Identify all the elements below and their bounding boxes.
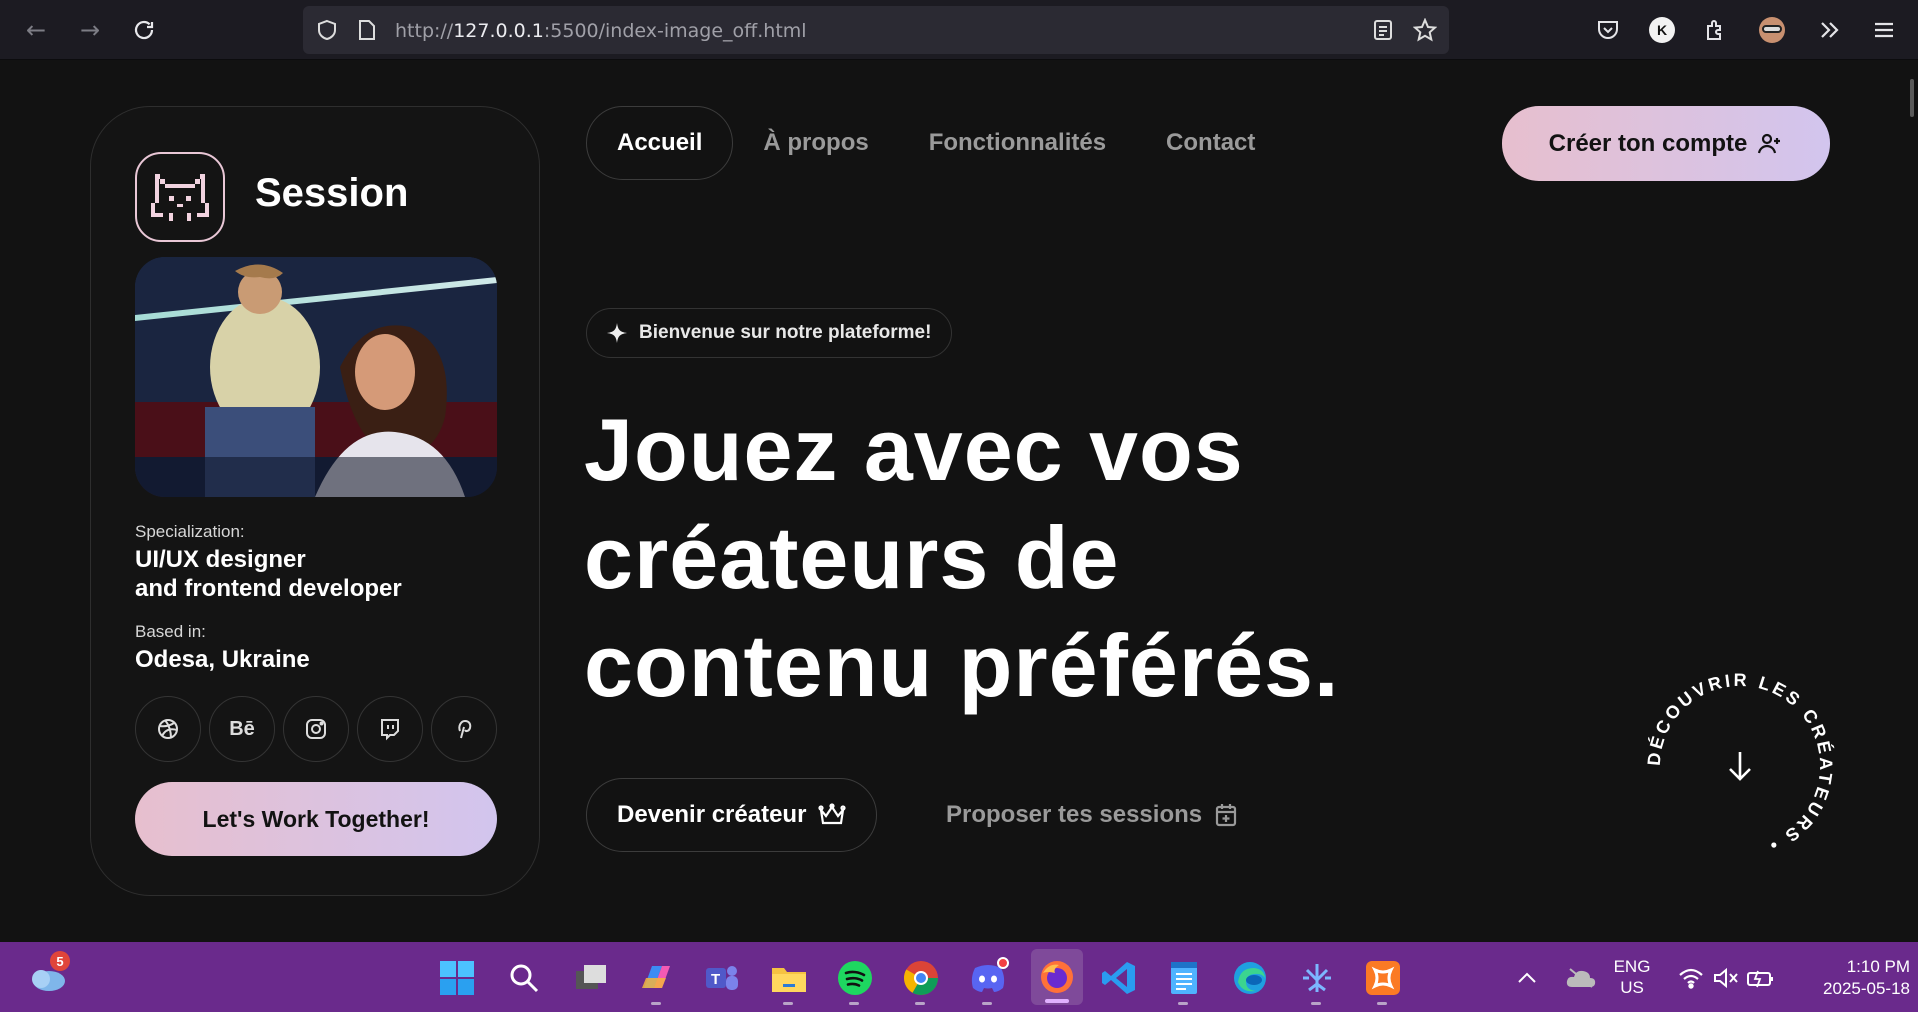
edge-icon[interactable] — [1229, 957, 1271, 999]
docker-desktop-icon[interactable] — [1296, 957, 1338, 1005]
reader-view-icon[interactable] — [1371, 18, 1395, 42]
file-explorer-icon[interactable] — [768, 957, 810, 1005]
discover-creators-circle[interactable]: DÉCOUVRIR LES CRÉATEURS • — [1644, 670, 1835, 861]
create-account-label: Créer ton compte — [1548, 129, 1748, 157]
running-indicator — [982, 1002, 992, 1005]
running-indicator — [651, 1002, 661, 1005]
language-indicator[interactable]: ENG US — [1610, 956, 1654, 998]
based-in-label: Based in: — [135, 622, 206, 641]
svg-text:T: T — [711, 971, 720, 988]
running-indicator — [783, 1002, 793, 1005]
reload-icon[interactable] — [126, 12, 162, 48]
specialization-label: Specialization: — [135, 522, 245, 541]
task-view-icon[interactable] — [570, 957, 612, 999]
url-text[interactable]: http://127.0.0.1:5500/index-image_off.ht… — [395, 20, 807, 42]
battery-icon[interactable] — [1740, 957, 1782, 999]
windows-taskbar: 5 T ENG US 1:10 PM 2025-05-18 — [0, 942, 1918, 1012]
hero-title-line2: créateurs de — [584, 508, 1120, 607]
spotify-icon[interactable] — [834, 957, 876, 1005]
language-line2: US — [1620, 978, 1644, 997]
chevron-up-icon[interactable] — [1506, 957, 1548, 999]
become-creator-label: Devenir créateur — [617, 801, 807, 828]
bookmark-star-icon[interactable] — [1413, 18, 1437, 42]
active-indicator — [1045, 999, 1069, 1003]
language-line1: ENG — [1613, 957, 1651, 976]
notepad-icon[interactable] — [1163, 957, 1205, 1005]
back-icon[interactable]: ← — [18, 12, 54, 48]
notification-dot — [997, 957, 1009, 969]
notification-badge: 5 — [50, 951, 70, 971]
shield-icon[interactable] — [315, 18, 339, 42]
dribbble-icon[interactable] — [135, 696, 201, 762]
search-icon[interactable] — [503, 957, 545, 999]
profile-avatar[interactable]: K — [1644, 12, 1680, 48]
main-nav: Accueil À propos Fonctionnalités Contact — [586, 106, 1285, 180]
chrome-icon[interactable] — [900, 957, 942, 1005]
pinterest-icon[interactable] — [431, 696, 497, 762]
calendar-add-icon — [1216, 804, 1237, 827]
copilot-icon[interactable] — [636, 957, 678, 1005]
running-indicator — [1178, 1002, 1188, 1005]
welcome-badge: Bienvenue sur notre plateforme! — [586, 308, 953, 358]
arrow-down-icon — [1729, 752, 1751, 781]
scrollbar[interactable] — [1910, 79, 1914, 117]
running-indicator — [849, 1002, 859, 1005]
propose-sessions-label: Proposer tes sessions — [946, 801, 1203, 828]
become-creator-button[interactable]: Devenir créateur — [586, 778, 878, 852]
specialization-line1: UI/UX designer — [135, 546, 306, 573]
firefox-icon[interactable] — [1031, 949, 1083, 1005]
menu-icon[interactable] — [1866, 12, 1902, 48]
cat-logo-icon — [135, 152, 225, 242]
work-together-button[interactable]: Let's Work Together! — [135, 782, 497, 856]
web-page: Session Specialization: UI/UX designer a… — [0, 61, 1918, 942]
nav-item-a-propos[interactable]: À propos — [733, 106, 898, 180]
welcome-badge-text: Bienvenue sur notre plateforme! — [639, 322, 932, 343]
hero-title-line1: Jouez avec vos — [584, 400, 1244, 499]
clock-date: 2025-05-18 — [1823, 979, 1910, 998]
brand-name: Session — [255, 171, 409, 215]
onedrive-cloud-icon[interactable] — [1560, 957, 1602, 999]
running-indicator — [1311, 1002, 1321, 1005]
clock-time: 1:10 PM — [1846, 957, 1910, 976]
hero-photo — [135, 257, 497, 497]
running-indicator — [1377, 1002, 1387, 1005]
social-links: Bē — [135, 696, 497, 762]
instagram-icon[interactable] — [283, 696, 349, 762]
propose-sessions-button[interactable]: Proposer tes sessions — [946, 778, 1238, 852]
profile-card: Session Specialization: UI/UX designer a… — [90, 106, 540, 896]
address-bar[interactable]: http://127.0.0.1:5500/index-image_off.ht… — [303, 6, 1449, 54]
extensions-icon[interactable] — [1698, 12, 1734, 48]
teams-icon[interactable]: T — [701, 957, 743, 999]
based-in-value: Odesa, Ukraine — [135, 646, 310, 673]
browser-toolbar: ← → http://127.0.0.1:5500/index-image_of… — [0, 0, 1918, 60]
nav-item-accueil[interactable]: Accueil — [586, 106, 734, 180]
behance-icon[interactable]: Bē — [209, 696, 275, 762]
xampp-icon[interactable] — [1362, 957, 1404, 1005]
nav-item-contact[interactable]: Contact — [1136, 106, 1285, 180]
crown-icon — [818, 803, 847, 825]
discord-icon[interactable] — [967, 957, 1009, 1005]
nav-item-fonctionnalites[interactable]: Fonctionnalités — [899, 106, 1136, 180]
sparkle-icon — [607, 323, 627, 343]
add-user-icon — [1758, 133, 1781, 153]
page-icon — [355, 18, 379, 42]
running-indicator — [915, 1002, 925, 1005]
vscode-icon[interactable] — [1098, 957, 1140, 999]
start-windows-icon[interactable] — [436, 957, 478, 999]
pocket-icon[interactable] — [1590, 12, 1626, 48]
forward-icon[interactable]: → — [72, 12, 108, 48]
hero-title-line3: contenu préférés. — [584, 616, 1340, 715]
create-account-button[interactable]: Créer ton compte — [1502, 106, 1830, 181]
twitch-icon[interactable] — [357, 696, 423, 762]
hero-title: Jouez avec vos créateurs de contenu préf… — [584, 396, 1584, 720]
specialization-line2: and frontend developer — [135, 575, 402, 602]
overflow-chevrons-icon[interactable] — [1812, 12, 1848, 48]
extension-avatar-icon[interactable] — [1754, 12, 1790, 48]
clock[interactable]: 1:10 PM 2025-05-18 — [1790, 956, 1910, 1000]
weather-widget-icon[interactable]: 5 — [26, 951, 70, 999]
